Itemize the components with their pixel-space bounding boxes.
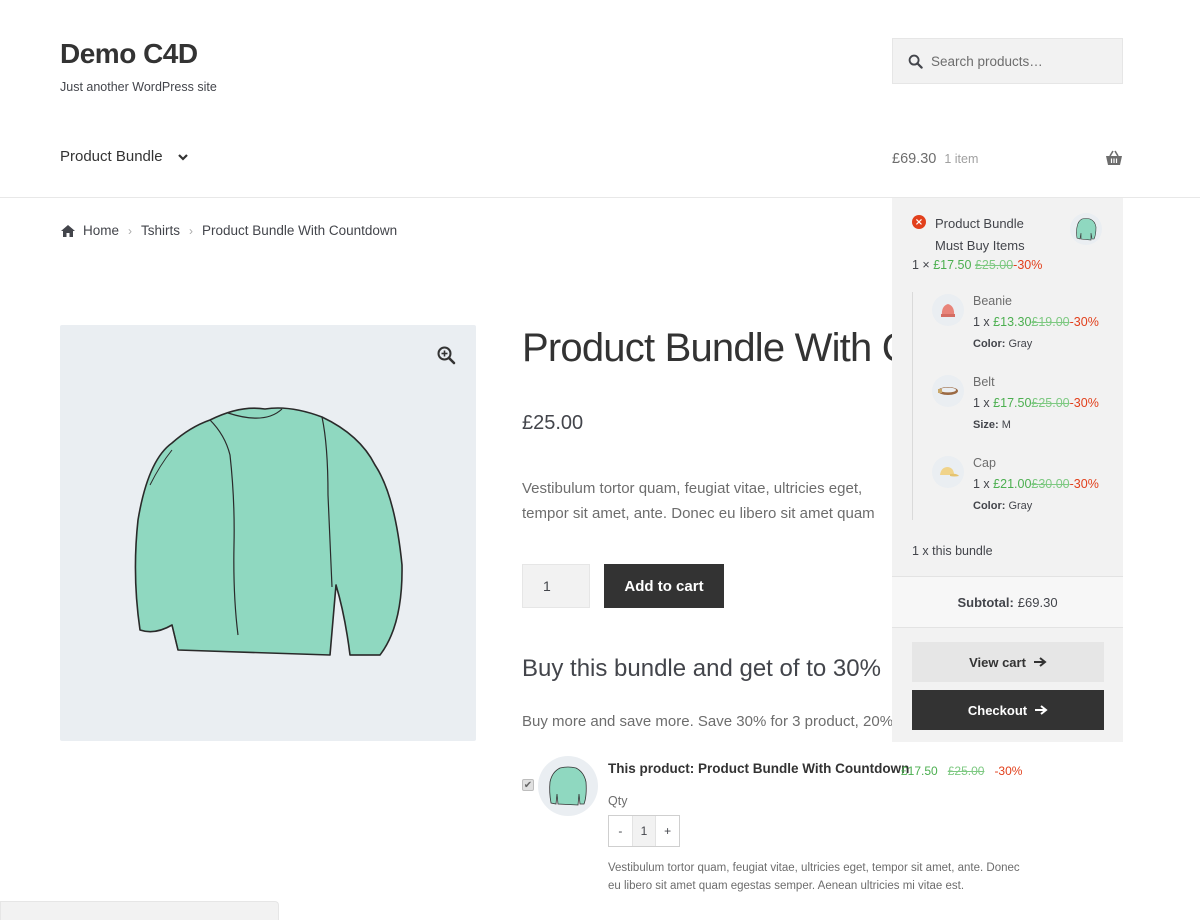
mini-cart-qty-prefix: 1 ×	[912, 258, 930, 272]
bundle-item-discount: -30%	[1069, 315, 1099, 329]
product-image[interactable]	[60, 325, 476, 741]
bundle-item-price: 1 x £17.50£25.00-30%	[973, 396, 1099, 410]
search-box[interactable]	[892, 38, 1123, 84]
mini-cart-discount: -30%	[1013, 258, 1043, 272]
view-cart-button[interactable]: View cart	[912, 642, 1104, 682]
subtotal-label: Subtotal:	[957, 594, 1014, 610]
breadcrumb: Home › Tshirts › Product Bundle With Cou…	[60, 223, 397, 238]
mini-cart-product-name[interactable]: Product Bundle Must Buy Items	[935, 213, 1070, 257]
arrow-right-icon	[1033, 657, 1047, 667]
bundle-item-description: Vestibulum tortor quam, feugiat vitae, u…	[608, 862, 1020, 892]
home-icon	[61, 224, 75, 237]
bundle-qty-value[interactable]: 1	[631, 816, 657, 846]
site-tagline: Just another WordPress site	[60, 80, 217, 94]
mini-cart-bundle-qty: 1 x this bundle	[912, 544, 993, 558]
bundle-item-discount: -30%	[994, 764, 1023, 778]
mini-cart-product-thumbnail[interactable]	[1070, 213, 1102, 245]
bundle-item-price: 1 x £13.30£19.00-30%	[973, 315, 1099, 329]
search-icon	[908, 54, 923, 69]
nav-item-label: Product Bundle	[60, 148, 163, 165]
breadcrumb-separator: ›	[189, 223, 194, 238]
product-price: £25.00	[522, 412, 584, 434]
checkout-button[interactable]: Checkout	[912, 690, 1104, 730]
bundle-quantity-stepper[interactable]: - 1 +	[608, 815, 680, 847]
basket-icon[interactable]	[1105, 149, 1123, 167]
breadcrumb-home[interactable]: Home	[83, 223, 119, 238]
breadcrumb-separator: ›	[128, 223, 133, 238]
remove-item-icon[interactable]: ×	[912, 215, 926, 229]
bundle-item-name[interactable]: Cap	[973, 456, 996, 470]
attribute-value: M	[1001, 419, 1011, 431]
bundle-item-discount: -30%	[1069, 396, 1099, 410]
mini-cart-product-name-line1: Product Bundle	[935, 216, 1024, 231]
belt-thumbnail	[932, 375, 964, 407]
bundle-item-name[interactable]: Belt	[973, 375, 995, 389]
product-short-description: Vestibulum tortor quam, feugiat vitae, u…	[522, 480, 875, 522]
mini-cart-divider	[892, 627, 1123, 628]
view-cart-label: View cart	[969, 654, 1026, 670]
bundle-item-sale-price: £17.50	[993, 396, 1032, 410]
mini-cart-product-name-line2: Must Buy Items	[935, 238, 1025, 253]
attribute-label: Color:	[973, 500, 1006, 512]
bundle-item-price: 1 x £21.00£30.00-30%	[973, 477, 1099, 491]
attribute-value: Gray	[1008, 500, 1033, 512]
checkout-label: Checkout	[967, 702, 1028, 718]
bundle-item-qty-prefix: 1 x	[973, 477, 990, 491]
bundle-item-regular-price: £25.00	[1031, 396, 1070, 410]
bundle-item-discount: -30%	[1069, 477, 1099, 491]
bundle-subheading: Buy more and save more. Save 30% for 3 p…	[522, 713, 902, 730]
mini-cart-subtotal: Subtotal: £69.30	[892, 577, 1123, 627]
bundle-item-regular-price: £25.00	[947, 764, 985, 778]
add-to-cart-button[interactable]: Add to cart	[604, 564, 724, 608]
bundle-item-checkbox[interactable]: ✔	[522, 779, 534, 791]
bundle-item-attribute: Color: Gray	[973, 338, 1032, 350]
attribute-label: Color:	[973, 338, 1006, 350]
mini-cart-sale-price: £17.50	[933, 258, 972, 272]
bundle-item-sale-price: £21.00	[993, 477, 1032, 491]
bundle-item-sale-price: £17.50	[901, 764, 938, 778]
bundle-item-regular-price: £19.00	[1031, 315, 1070, 329]
increment-button[interactable]: +	[656, 816, 679, 846]
breadcrumb-tshirts[interactable]: Tshirts	[141, 223, 180, 238]
mini-cart-regular-price: £25.00	[974, 258, 1014, 272]
mini-cart-product-price: 1 × £17.50 £25.00-30%	[912, 258, 1042, 272]
zoom-icon[interactable]	[436, 345, 456, 365]
sweater-image	[134, 407, 403, 656]
bundle-item-sale-price: £13.30	[993, 315, 1032, 329]
bundle-item-name[interactable]: Beanie	[973, 294, 1012, 308]
bundle-items-rail	[912, 292, 913, 520]
breadcrumb-current: Product Bundle With Countdown	[202, 223, 398, 238]
bundle-item-name[interactable]: This product: Product Bundle With Countd…	[608, 761, 909, 776]
header-cart[interactable]: £69.30 1 item	[892, 148, 1123, 170]
chevron-down-icon[interactable]	[177, 151, 189, 163]
quantity-input[interactable]	[522, 564, 590, 608]
cart-amount[interactable]: £69.30	[892, 151, 936, 167]
bundle-item-attribute: Color: Gray	[973, 500, 1032, 512]
beanie-thumbnail	[932, 294, 964, 326]
site-title[interactable]: Demo C4D	[60, 38, 198, 70]
subtotal-value: £69.30	[1017, 594, 1058, 610]
attribute-value: Gray	[1008, 338, 1033, 350]
cap-thumbnail	[932, 456, 964, 488]
decrement-button[interactable]: -	[609, 816, 632, 846]
bundle-qty-label: Qty	[608, 794, 628, 808]
bottom-panel-tab[interactable]	[0, 901, 279, 920]
nav-item-product-bundle[interactable]: Product Bundle	[60, 148, 189, 165]
arrow-right-icon	[1035, 705, 1048, 715]
cart-count: 1 item	[944, 152, 979, 166]
bundle-item-prices: £17.50 £25.00 -30%	[901, 764, 1022, 778]
bundle-item-thumbnail	[538, 756, 598, 816]
bundle-item-qty-prefix: 1 x	[973, 315, 990, 329]
attribute-label: Size:	[973, 419, 999, 431]
bundle-item-qty-prefix: 1 x	[973, 396, 990, 410]
bundle-item-regular-price: £30.00	[1031, 477, 1070, 491]
bundle-item-attribute: Size: M	[973, 419, 1011, 431]
search-input[interactable]	[931, 53, 1111, 69]
bundle-heading: Buy this bundle and get of to 30%	[522, 655, 881, 682]
